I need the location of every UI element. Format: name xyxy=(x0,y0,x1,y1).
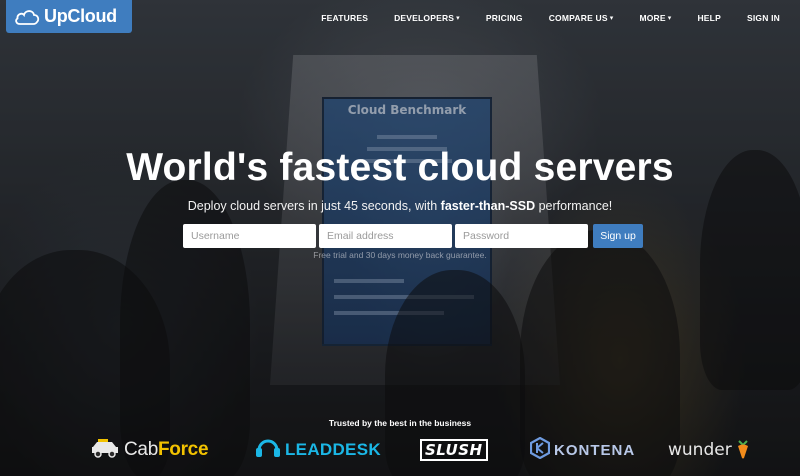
nav-help[interactable]: HELP xyxy=(697,13,720,23)
kontena-wordmark: KONTENA xyxy=(554,441,636,459)
brand-logo[interactable]: UpCloud xyxy=(6,0,132,33)
leaddesk-wordmark: LEADDESK xyxy=(285,440,381,459)
cloud-icon xyxy=(14,8,40,26)
nav-developers[interactable]: DEVELOPERS ▾ xyxy=(394,13,460,23)
nav-features[interactable]: FEATURES xyxy=(321,13,368,23)
partner-logo-slush[interactable]: SLUSH xyxy=(420,437,488,463)
nav-label: COMPARE US xyxy=(548,13,608,23)
headset-icon xyxy=(255,436,281,465)
brand-name: UpCloud xyxy=(44,6,117,26)
nav-label: MORE xyxy=(639,13,666,23)
username-input[interactable] xyxy=(183,224,316,248)
subtitle-text-end: performance! xyxy=(535,199,613,213)
partner-logo-cabforce[interactable]: CabForce xyxy=(90,437,209,463)
nav-label: PRICING xyxy=(485,13,523,23)
nav-label: FEATURES xyxy=(321,13,369,23)
partner-logo-wunder[interactable]: wunder xyxy=(668,437,750,463)
taxi-icon xyxy=(90,438,120,463)
partner-logo-leaddesk[interactable]: LEADDESK xyxy=(255,437,381,463)
nav-more[interactable]: MORE ▾ xyxy=(639,13,671,23)
trial-note: Free trial and 30 days money back guaran… xyxy=(313,250,487,260)
nav-pricing[interactable]: PRICING xyxy=(486,13,523,23)
signup-button[interactable]: Sign up xyxy=(593,224,643,248)
main-nav: FEATURES DEVELOPERS ▾ PRICING COMPARE US ▾… xyxy=(301,0,800,36)
carrot-icon xyxy=(736,437,750,464)
cabforce-part1: Cab xyxy=(124,439,158,460)
nav-label: DEVELOPERS xyxy=(394,13,455,23)
email-input[interactable] xyxy=(319,224,452,248)
chevron-down-icon: ▾ xyxy=(667,14,672,22)
nav-label: SIGN IN xyxy=(746,13,780,23)
nav-sign-in[interactable]: SIGN IN xyxy=(747,13,780,23)
slush-wordmark: SLUSH xyxy=(420,439,488,461)
hero-subtitle: Deploy cloud servers in just 45 seconds,… xyxy=(0,199,800,213)
cabforce-wordmark: CabForce xyxy=(124,439,209,461)
partner-logo-kontena[interactable]: KONTENA xyxy=(529,436,636,464)
password-input[interactable] xyxy=(455,224,588,248)
trusted-heading: Trusted by the best in the business xyxy=(328,418,472,428)
subtitle-text: Deploy cloud servers in just 45 seconds,… xyxy=(187,199,441,213)
hero-title: World's fastest cloud servers xyxy=(126,146,674,189)
chevron-down-icon: ▾ xyxy=(609,14,614,22)
signup-form: Sign up xyxy=(183,224,643,248)
nav-label: HELP xyxy=(697,13,721,23)
cabforce-part2: Force xyxy=(157,439,209,460)
subtitle-highlight: faster-than-SSD xyxy=(440,199,536,213)
nav-compare-us[interactable]: COMPARE US ▾ xyxy=(549,13,614,23)
chevron-down-icon: ▾ xyxy=(456,14,460,22)
kontena-hex-icon xyxy=(529,436,551,464)
wunder-wordmark: wunder xyxy=(668,440,732,460)
